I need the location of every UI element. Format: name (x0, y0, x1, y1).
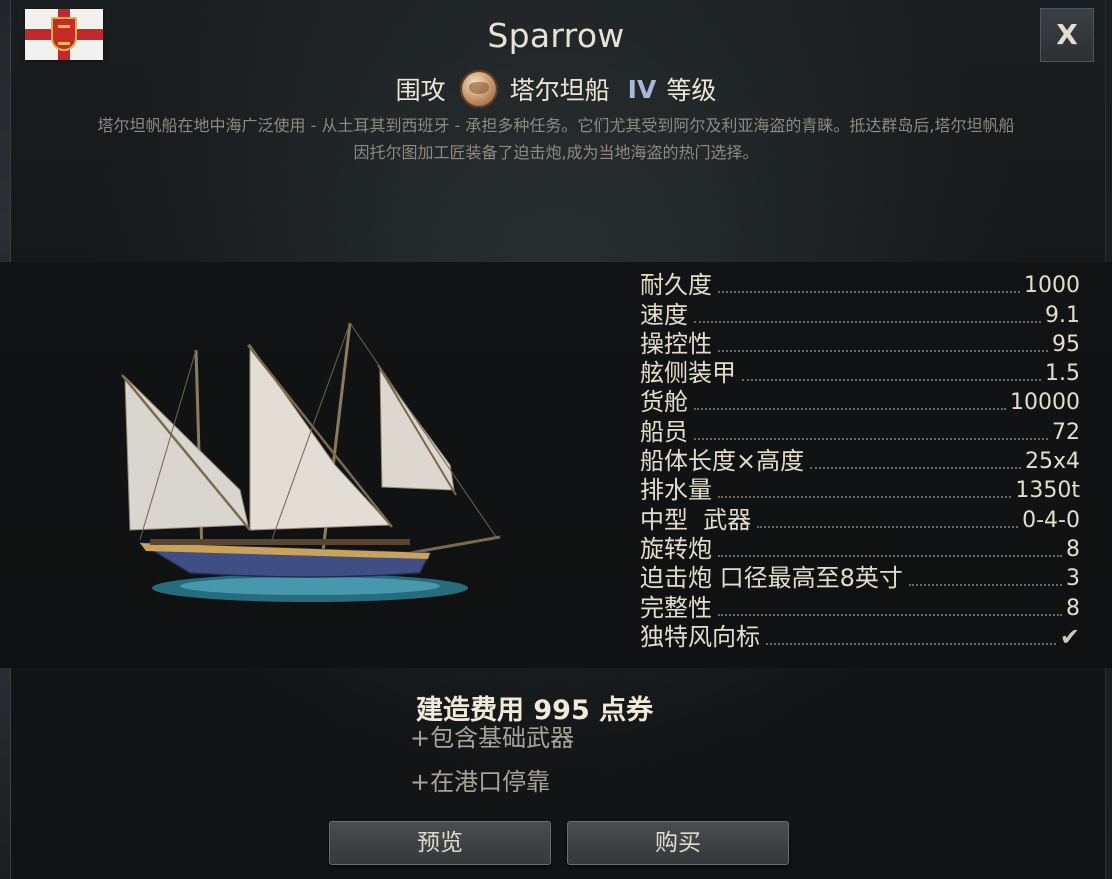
ship-name-title: Sparrow (487, 16, 625, 55)
stat-label: 船体长度×高度 (640, 447, 805, 476)
stat-leader (694, 320, 1041, 323)
stat-row: 速度 9.1 (640, 300, 1080, 329)
stat-value: 95 (1052, 331, 1080, 357)
close-button[interactable]: X (1040, 8, 1094, 62)
stat-row: 独特风向标 ✔ (640, 623, 1080, 652)
stat-leader (694, 407, 1006, 411)
stat-row: 船体长度×高度 25x4 (640, 447, 1080, 476)
stat-row: 船员 72 (640, 417, 1080, 446)
ship-class-medal-icon (459, 70, 498, 108)
stat-leader (718, 554, 1062, 557)
stat-value: 1.5 (1045, 361, 1080, 387)
stat-label: 独特风向标 (640, 622, 760, 651)
stat-row: 操控性 95 (640, 330, 1080, 359)
stat-label: 迫击炮 口径最高至8英寸 (640, 564, 903, 593)
ship-subtitle: 围攻 塔尔坦船 IV 等级 (0, 70, 1112, 108)
stat-row: 旋转炮 8 (640, 535, 1080, 564)
stat-row: 耐久度 1000 (640, 271, 1080, 300)
stat-leader (810, 466, 1021, 470)
stat-value: 3 (1066, 566, 1080, 592)
stat-label: 船员 (640, 417, 688, 446)
stat-value: 8 (1066, 595, 1080, 621)
ship-role: 围攻 (395, 76, 446, 105)
stat-leader (908, 583, 1062, 587)
stat-row: 迫击炮 口径最高至8英寸 3 (640, 564, 1080, 593)
preview-button[interactable]: 预览 (329, 821, 551, 865)
stat-leader (742, 378, 1041, 382)
bonus-item: +包含基础武器 (410, 724, 575, 752)
stat-label: 货舱 (640, 388, 688, 417)
stat-label: 操控性 (640, 329, 712, 358)
ship-stats-list: 耐久度 1000 速度 9.1 操控性 95 舷侧装甲 1.5 货舱 10000… (640, 271, 1080, 652)
stat-label: 旋转炮 (640, 534, 712, 563)
stat-leader (694, 437, 1048, 440)
stat-label: 耐久度 (640, 271, 712, 300)
stat-value: 25x4 (1024, 449, 1080, 475)
stat-value: 1000 (1024, 273, 1080, 299)
ship-info-panel: Sparrow X 围攻 塔尔坦船 IV 等级 塔尔坦帆船在地中海广泛使用 - … (0, 0, 1112, 879)
bonus-item: +在港口停靠 (410, 768, 551, 796)
ship-class: 塔尔坦船 (509, 76, 610, 105)
stat-value: 72 (1052, 419, 1080, 445)
stat-row: 舷侧装甲 1.5 (640, 359, 1080, 388)
stat-leader (718, 290, 1020, 294)
stat-value: 0-4-0 (1022, 507, 1080, 533)
stat-row: 排水量 1350t (640, 476, 1080, 505)
stat-row: 货舱 10000 (640, 388, 1080, 417)
buy-button[interactable]: 购买 (567, 821, 789, 865)
ship-description: 塔尔坦帆船在地中海广泛使用 - 从土耳其到西班牙 - 承担多种任务。它们尤其受到… (97, 116, 1015, 162)
stat-value: 9.1 (1045, 302, 1080, 328)
stat-row: 完整性 8 (640, 593, 1080, 622)
checkmark-icon: ✔ (1059, 622, 1080, 651)
stat-value: 10000 (1010, 390, 1080, 416)
ship-tier: IV (627, 74, 657, 104)
ship-image (121, 322, 501, 602)
ship-tier-suffix: 等级 (666, 76, 717, 105)
stat-label: 速度 (640, 300, 688, 329)
stat-label: 舷侧装甲 (640, 359, 736, 388)
stat-leader (766, 642, 1056, 645)
stat-value: 1350t (1015, 478, 1080, 504)
stat-label: 中型 武器 (640, 505, 752, 534)
stat-label: 完整性 (640, 593, 712, 622)
stat-row: 中型 武器 0-4-0 (640, 505, 1080, 534)
stat-label: 排水量 (640, 476, 712, 505)
stat-leader (718, 495, 1012, 499)
stat-value: 8 (1066, 536, 1080, 562)
stat-leader (718, 613, 1062, 616)
stat-leader (757, 525, 1019, 528)
stat-leader (718, 349, 1048, 352)
